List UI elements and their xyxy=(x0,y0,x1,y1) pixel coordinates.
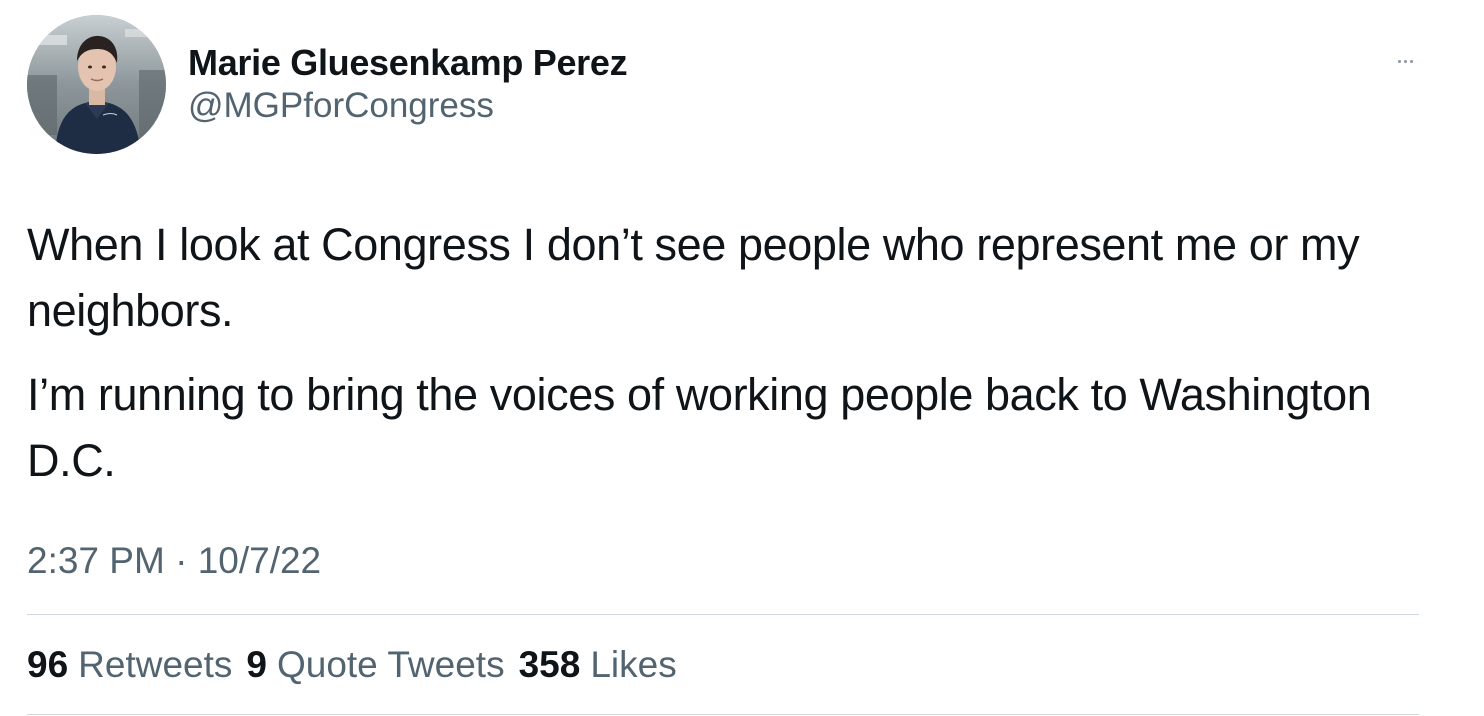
avatar-photo xyxy=(27,15,166,154)
more-horizontal-icon xyxy=(1397,59,1401,63)
tweet: Marie Gluesenkamp Perez @MGPforCongress … xyxy=(0,0,1484,716)
more-horizontal-icon-dot xyxy=(1409,59,1413,63)
retweets-stat[interactable]: 96 Retweets xyxy=(27,640,232,690)
author-info[interactable]: Marie Gluesenkamp Perez @MGPforCongress xyxy=(188,42,628,126)
more-horizontal-icon-dot xyxy=(1403,59,1407,63)
tweet-date[interactable]: 10/7/22 xyxy=(198,540,321,581)
quote-tweets-stat[interactable]: 9 Quote Tweets xyxy=(246,640,504,690)
likes-label: Likes xyxy=(590,644,677,685)
retweets-label: Retweets xyxy=(78,644,233,685)
divider xyxy=(27,714,1419,715)
tweet-stats: 96 Retweets 9 Quote Tweets 358 Likes xyxy=(27,640,677,690)
likes-count: 358 xyxy=(518,644,581,685)
quote-tweets-label: Quote Tweets xyxy=(276,644,505,685)
tweet-timestamp: 2:37 PM · 10/7/22 xyxy=(27,536,321,586)
tweet-time[interactable]: 2:37 PM xyxy=(27,540,165,581)
likes-stat[interactable]: 358 Likes xyxy=(519,640,677,690)
tweet-paragraph: I’m running to bring the voices of worki… xyxy=(27,369,1372,486)
more-options-button[interactable] xyxy=(1386,46,1424,76)
quote-tweets-count: 9 xyxy=(246,644,267,685)
retweets-count: 96 xyxy=(27,644,69,685)
tweet-paragraph: When I look at Congress I don’t see peop… xyxy=(27,219,1360,336)
author-display-name[interactable]: Marie Gluesenkamp Perez xyxy=(188,42,628,84)
avatar[interactable] xyxy=(27,15,166,154)
divider xyxy=(27,614,1419,615)
meta-separator: · xyxy=(175,540,188,581)
author-handle[interactable]: @MGPforCongress xyxy=(188,86,627,126)
tweet-text: When I look at Congress I don’t see peop… xyxy=(27,212,1427,494)
